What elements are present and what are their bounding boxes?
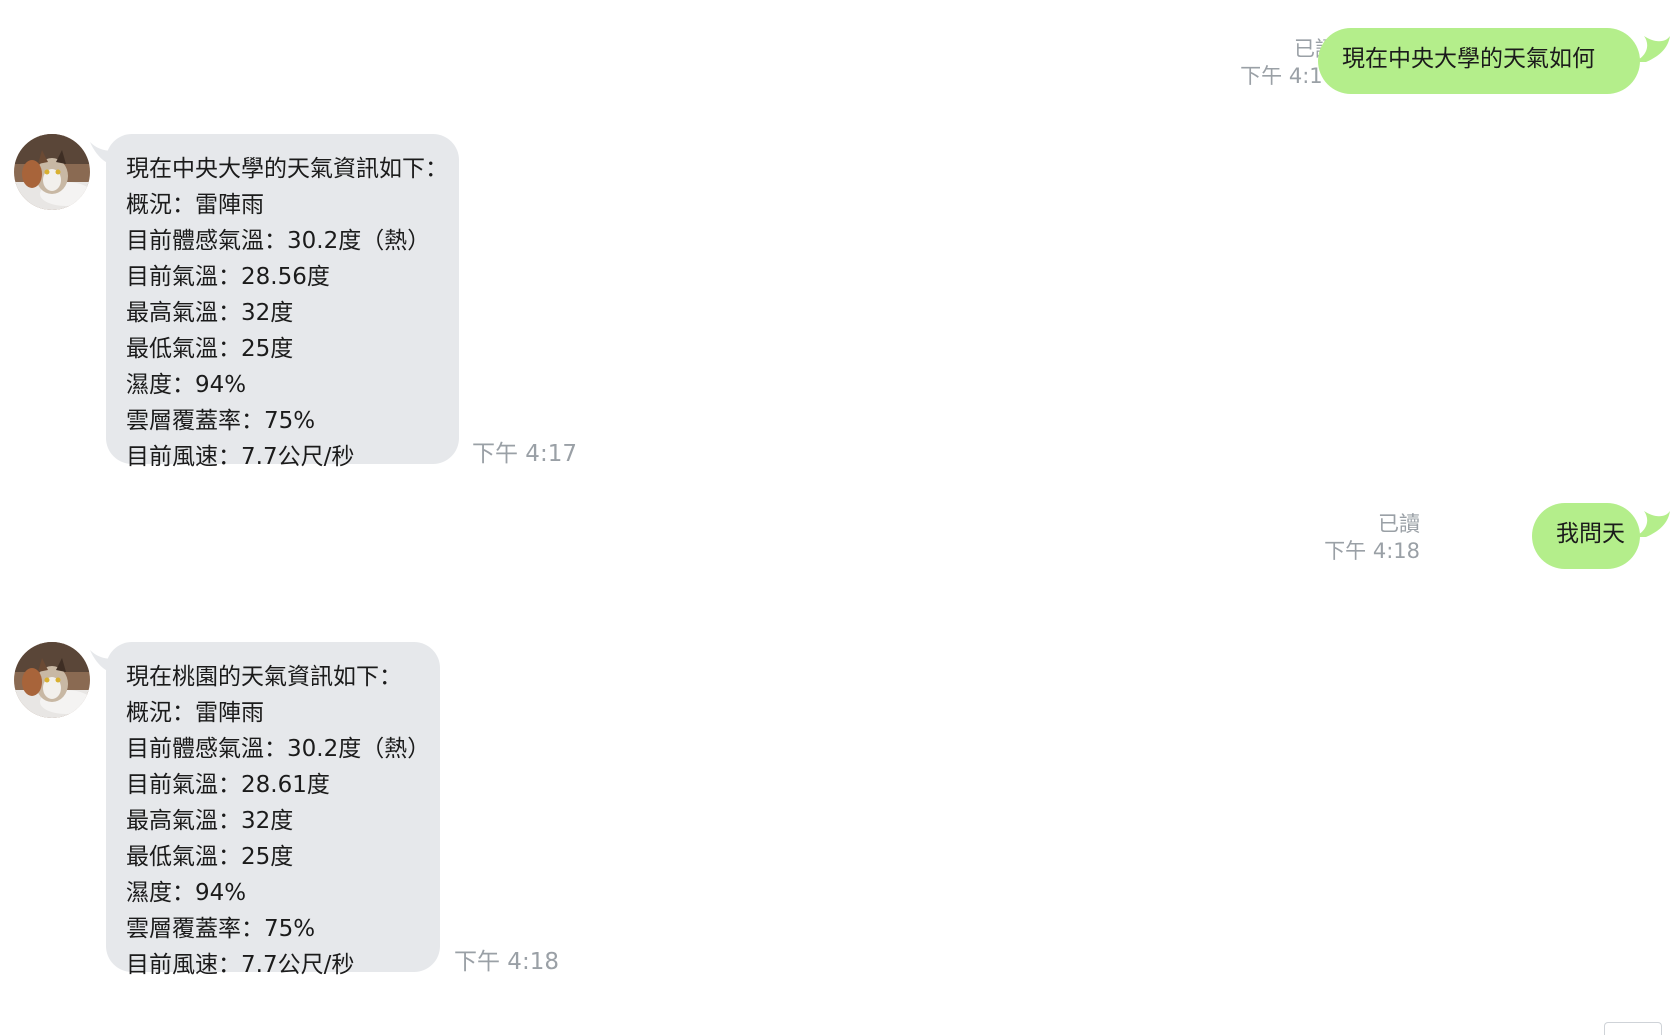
outgoing-message-bubble[interactable]: 現在中央大學的天氣如何 [1318,28,1640,94]
message-text: 現在中央大學的天氣如何 [1342,46,1595,72]
message-meta: 已讀 下午 4:18 [1324,511,1420,565]
bubble-tail-icon [1634,36,1670,62]
message-line: 目前氣溫：28.61度 [126,772,330,798]
read-receipt: 已讀 [1378,512,1420,536]
message-line: 目前風速：7.7公尺/秒 [126,444,355,470]
message-line: 概況：雷陣雨 [126,700,264,726]
avatar[interactable] [14,642,90,718]
message-line: 濕度：94% [126,372,247,398]
cat-photo-avatar-icon [14,642,90,718]
message-line: 濕度：94% [126,880,247,906]
scroll-to-bottom-button[interactable] [1604,1022,1662,1035]
message-line: 雲層覆蓋率：75% [126,916,316,942]
message-line: 目前風速：7.7公尺/秒 [126,952,355,978]
incoming-message-bubble[interactable]: 現在中央大學的天氣資訊如下： 概況：雷陣雨 目前體感氣溫：30.2度（熱） 目前… [106,134,459,470]
message-line: 目前體感氣溫：30.2度（熱） [126,228,431,254]
message-timestamp: 下午 4:17 [472,441,577,467]
message-timestamp: 下午 4:18 [454,949,559,975]
message-line: 最低氣溫：25度 [126,336,294,362]
bubble-tail-icon [1634,511,1670,537]
outgoing-message-bubble[interactable]: 我問天 [1532,503,1640,569]
message-line: 雲層覆蓋率：75% [126,408,316,434]
message-line: 現在桃園的天氣資訊如下： [126,664,402,690]
message-line: 最低氣溫：25度 [126,844,294,870]
message-text: 我問天 [1556,521,1625,547]
message-line: 最高氣溫：32度 [126,808,294,834]
message-line: 概況：雷陣雨 [126,192,264,218]
message-line: 目前氣溫：28.56度 [126,264,330,290]
avatar[interactable] [14,134,90,210]
chat-conversation: 已讀 下午 4:17 現在中央大學的天氣如何 現在中央大學的天氣資訊如下： 概況… [0,0,1676,1035]
message-line: 現在中央大學的天氣資訊如下： [126,156,448,182]
cat-photo-avatar-icon [14,134,90,210]
incoming-message-bubble[interactable]: 現在桃園的天氣資訊如下： 概況：雷陣雨 目前體感氣溫：30.2度（熱） 目前氣溫… [106,642,440,978]
message-timestamp: 下午 4:18 [1324,539,1420,563]
message-line: 目前體感氣溫：30.2度（熱） [126,736,431,762]
message-line: 最高氣溫：32度 [126,300,294,326]
